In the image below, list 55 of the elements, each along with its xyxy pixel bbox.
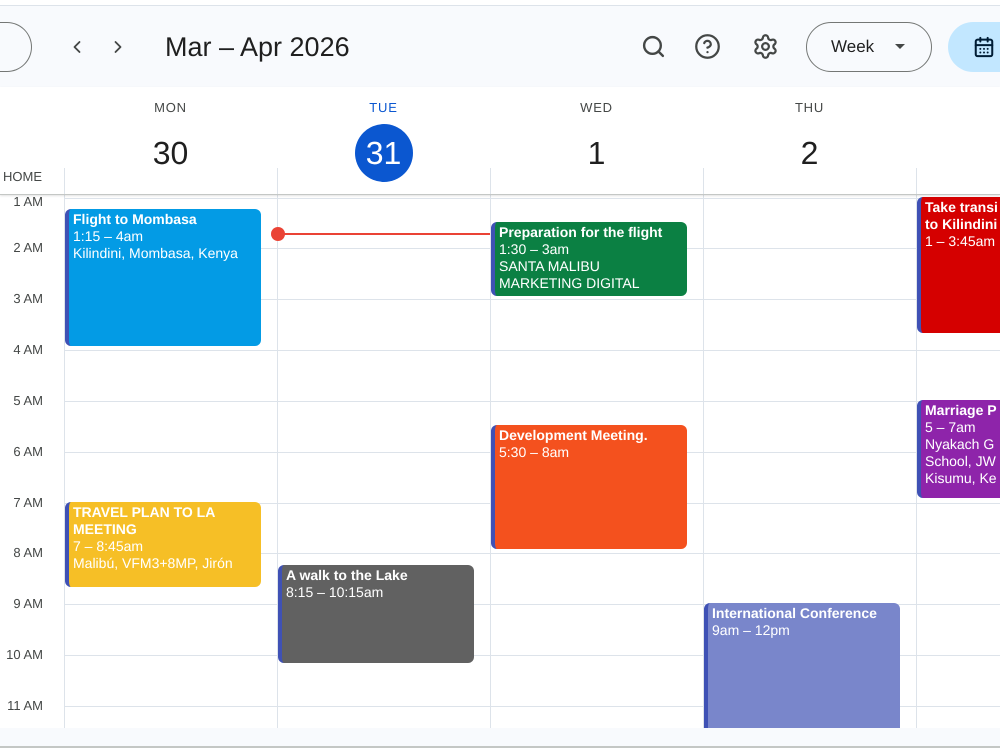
outlined-pill-button[interactable] (0, 22, 32, 72)
event-location: Kilindini, Mombasa, Kenya (73, 245, 239, 262)
help-icon (694, 33, 720, 60)
event-time: 5 – 7am (925, 419, 977, 436)
event-card[interactable]: Marriage P 5 – 7am Nyakach G School, JW Kisumu, Ke (917, 400, 1000, 498)
event-location: Malibú, VFM3+8MP, Jirón (73, 555, 234, 572)
event-title: A walk to the Lake (286, 567, 409, 584)
event-card[interactable]: A walk to the Lake 8:15 – 10:15am (278, 565, 474, 663)
event-card[interactable]: Preparation for the flight 1:30 – 3am SANTA MALIBU MARKETING DIGITAL (491, 222, 687, 296)
view-dropdown[interactable]: Week (806, 22, 932, 72)
event-title: Preparation for the flight (499, 224, 664, 241)
event-location: SANTA MALIBU MARKETING DIGITAL (499, 258, 641, 292)
day-name: THU (794, 101, 824, 115)
date-range-title: Mar – Apr 2026 (165, 30, 350, 62)
day-name: WED (580, 101, 613, 115)
hour-label: 9 AM (13, 597, 43, 612)
event-card[interactable]: Development Meeting. 5:30 – 8am (491, 425, 687, 549)
hour-label: 3 AM (13, 292, 43, 306)
timezone-label: HOME (3, 170, 42, 184)
event-time: 5:30 – 8am (499, 444, 570, 461)
event-title: Development Meeting. (499, 427, 649, 444)
hour-label: 11 AM (7, 698, 43, 713)
hour-label: 6 AM (13, 444, 43, 459)
hour-label: 1 AM (13, 195, 43, 209)
hour-label: 8 AM (13, 546, 43, 560)
event-time: 9am – 12pm (712, 622, 791, 639)
day-name: TUE (369, 101, 398, 115)
event-time: 1 – 3:45am (925, 233, 996, 250)
calendar-icon (973, 36, 995, 58)
event-title: Marriage P (925, 402, 998, 419)
calendar-view-button[interactable] (948, 22, 1000, 72)
day-number[interactable]: 30 (142, 124, 200, 182)
settings-icon (752, 33, 778, 60)
event-time: 7 – 8:45am (73, 538, 144, 555)
event-time: 1:15 – 4am (73, 228, 144, 245)
day-number[interactable]: 1 (568, 124, 626, 182)
day-name: MON (154, 101, 187, 115)
event-title: Take transi to Kilindini (925, 199, 999, 233)
event-card[interactable]: International Conference 9am – 12pm (704, 603, 900, 728)
event-title: TRAVEL PLAN TO LA MEETING (73, 504, 216, 538)
hour-label: 4 AM (13, 343, 43, 358)
hour-label: 7 AM (13, 496, 43, 510)
search-icon (640, 34, 666, 59)
event-time: 8:15 – 10:15am (286, 584, 384, 601)
event-title: Flight to Mombasa (73, 211, 198, 228)
event-card[interactable]: Take transi to Kilindini 1 – 3:45am (917, 197, 1000, 333)
day-number[interactable]: 2 (780, 124, 838, 182)
event-location: Nyakach G School, JW Kisumu, Ke (925, 436, 998, 487)
event-time: 1:30 – 3am (499, 241, 570, 258)
hour-label: 10 AM (6, 648, 43, 662)
day-number[interactable]: 31 (354, 124, 412, 182)
caret-icon (895, 44, 905, 49)
hour-label: 2 AM (13, 241, 43, 256)
hour-label: 5 AM (13, 394, 43, 408)
event-title: International Conference (712, 605, 878, 622)
